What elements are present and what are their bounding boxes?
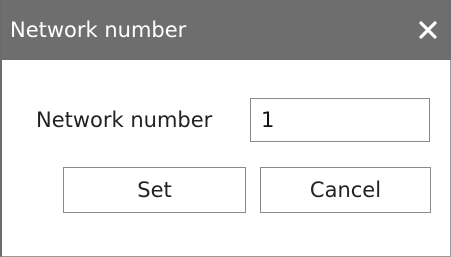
close-button[interactable] xyxy=(411,12,445,48)
network-number-input[interactable] xyxy=(250,98,430,142)
cancel-button[interactable]: Cancel xyxy=(260,167,431,213)
title-bar: Network number xyxy=(2,0,451,60)
close-icon xyxy=(419,21,437,39)
network-number-label: Network number xyxy=(36,108,213,132)
dialog-title: Network number xyxy=(10,18,187,42)
set-button[interactable]: Set xyxy=(63,167,246,213)
network-number-dialog: Network number Network number Set Cancel xyxy=(0,0,451,257)
